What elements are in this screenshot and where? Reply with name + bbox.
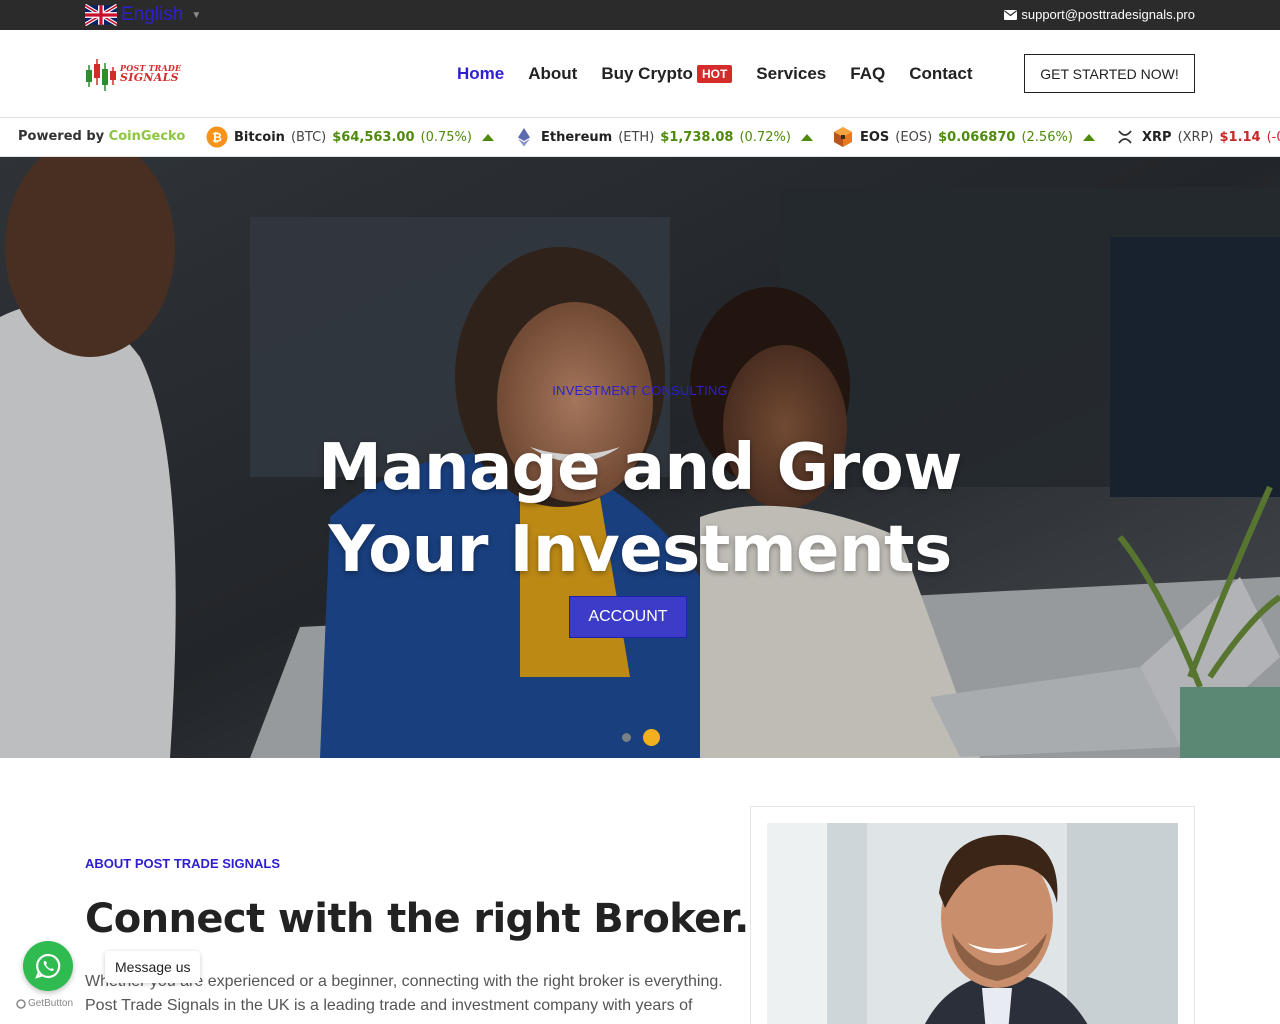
- hot-badge: HOT: [696, 65, 733, 83]
- broker-portrait-image: [767, 823, 1178, 1024]
- arrow-up-icon: [481, 133, 494, 141]
- coin-symbol: (XRP): [1177, 129, 1214, 145]
- coin-price: $64,563.00: [332, 129, 415, 145]
- whatsapp-button[interactable]: [23, 941, 73, 991]
- whatsapp-icon: [35, 953, 61, 979]
- coin-change: (0.75%): [420, 129, 472, 145]
- nav-home-label[interactable]: Home: [457, 64, 504, 84]
- eos-icon: [834, 127, 852, 147]
- about-photo-card: [750, 806, 1195, 1024]
- slider-dot-2[interactable]: [643, 729, 660, 746]
- powered-by-prefix: Powered by: [18, 129, 105, 144]
- hero-title-line-2: Your Investments: [328, 513, 952, 587]
- candlestick-logo-icon: [86, 59, 116, 91]
- crypto-ticker: Powered by CoinGecko ₿ Bitcoin (BTC) $64…: [0, 117, 1280, 157]
- nav-about[interactable]: About: [528, 64, 577, 84]
- coin-price: $1,738.08: [660, 129, 734, 145]
- coin-change: (-0: [1266, 129, 1280, 145]
- coin-change: (2.56%): [1021, 129, 1073, 145]
- nav-about-label[interactable]: About: [528, 64, 577, 84]
- site-logo[interactable]: POST TRADE SIGNALS: [85, 55, 185, 93]
- coin-symbol: (ETH): [618, 129, 655, 145]
- coin-symbol: (BTC): [290, 129, 327, 145]
- coin-name: Bitcoin: [234, 129, 285, 145]
- getbutton-credit[interactable]: GetButton: [16, 998, 73, 1009]
- getbutton-label[interactable]: GetButton: [28, 998, 73, 1009]
- ticker-item-eos[interactable]: EOS (EOS) $0.066870 (2.56%): [832, 118, 1095, 156]
- chevron-down-icon: ▼: [191, 9, 202, 21]
- nav-buy-crypto-label[interactable]: Buy Crypto: [601, 64, 693, 84]
- coin-symbol: (EOS): [895, 129, 933, 145]
- slider-dot-1[interactable]: [622, 733, 631, 742]
- nav-contact[interactable]: Contact: [909, 64, 972, 84]
- ticker-item-eth[interactable]: Ethereum (ETH) $1,738.08 (0.72%): [513, 118, 813, 156]
- support-email-text[interactable]: support@posttradesignals.pro: [1021, 7, 1195, 22]
- language-label[interactable]: English: [121, 4, 183, 26]
- coin-change: (0.72%): [739, 129, 791, 145]
- arrow-up-icon: [1082, 133, 1095, 141]
- coingecko-link[interactable]: CoinGecko: [109, 129, 186, 144]
- main-nav: Home About Buy Crypto HOT Services FAQ C…: [457, 30, 996, 118]
- whatsapp-message-bubble[interactable]: Message us: [105, 951, 201, 983]
- coin-name: EOS: [860, 129, 890, 145]
- slider-pagination: [622, 729, 660, 746]
- logo-line-2: SIGNALS: [120, 71, 179, 84]
- svg-text:₿: ₿: [212, 131, 222, 145]
- xrp-icon: [1118, 130, 1132, 144]
- about-kicker: ABOUT POST TRADE SIGNALS: [85, 856, 281, 871]
- coin-name: Ethereum: [541, 129, 613, 145]
- hero-title: Manage and Grow Your Investments: [0, 427, 1280, 591]
- language-selector[interactable]: English ▼: [85, 3, 201, 27]
- hero-slider: INVESTMENT CONSULTING Manage and Grow Yo…: [0, 157, 1280, 758]
- uk-flag-icon: [85, 4, 117, 26]
- coin-name: XRP: [1142, 129, 1172, 145]
- arrow-up-icon: [800, 133, 813, 141]
- nav-faq[interactable]: FAQ: [850, 64, 885, 84]
- account-button[interactable]: ACCOUNT: [569, 596, 687, 638]
- nav-services[interactable]: Services: [756, 64, 826, 84]
- get-started-button[interactable]: GET STARTED NOW!: [1024, 54, 1195, 93]
- broker-photo: [767, 823, 1178, 1024]
- hero-kicker: INVESTMENT CONSULTING: [552, 383, 728, 398]
- support-email[interactable]: support@posttradesignals.pro: [1004, 7, 1195, 22]
- ticker-item-xrp[interactable]: XRP (XRP) $1.14 (-0: [1114, 118, 1280, 156]
- hero-title-line-1: Manage and Grow: [318, 431, 962, 505]
- getbutton-icon: [16, 998, 26, 1009]
- powered-by: Powered by CoinGecko: [18, 129, 185, 144]
- coin-price: $0.066870: [938, 129, 1016, 145]
- about-title: Connect with the right Broker.: [85, 896, 749, 942]
- bitcoin-icon: ₿: [206, 126, 228, 148]
- ticker-item-btc[interactable]: ₿ Bitcoin (BTC) $64,563.00 (0.75%): [206, 118, 494, 156]
- nav-faq-label[interactable]: FAQ: [850, 64, 885, 84]
- coin-price: $1.14: [1219, 129, 1261, 145]
- nav-home[interactable]: Home: [457, 64, 504, 84]
- logo-wordmark: POST TRADE SIGNALS: [120, 63, 181, 83]
- ethereum-icon: [518, 128, 530, 147]
- nav-buy-crypto[interactable]: Buy Crypto HOT: [601, 64, 733, 84]
- nav-contact-label[interactable]: Contact: [909, 64, 972, 84]
- site-header: POST TRADE SIGNALS Home About Buy Crypto…: [0, 30, 1280, 118]
- top-bar: English ▼ support@posttradesignals.pro: [0, 0, 1280, 30]
- envelope-icon: [1004, 9, 1018, 20]
- nav-services-label[interactable]: Services: [756, 64, 826, 84]
